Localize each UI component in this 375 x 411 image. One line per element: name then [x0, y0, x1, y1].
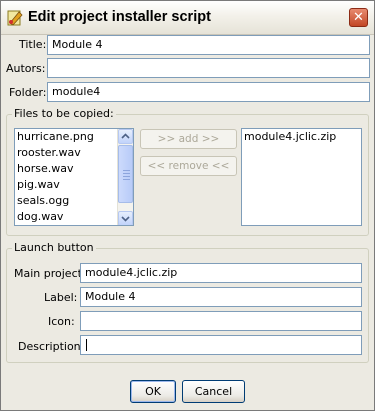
- files-group-legend: Files to be copied:: [12, 107, 116, 120]
- list-item[interactable]: hurricane.png: [15, 129, 133, 145]
- cancel-button[interactable]: Cancel: [182, 380, 245, 403]
- launch-group-legend: Launch button: [12, 241, 96, 254]
- label-label: Label:: [44, 291, 78, 304]
- folder-label: Folder:: [9, 86, 47, 99]
- folder-field[interactable]: module4: [47, 82, 370, 102]
- scroll-up-button[interactable]: [118, 129, 133, 144]
- selected-files-list[interactable]: module4.jclic.zip: [241, 128, 362, 226]
- window-title: Edit project installer script: [28, 9, 211, 25]
- close-icon: ✕: [353, 10, 364, 25]
- close-button[interactable]: ✕: [349, 8, 368, 27]
- available-files-list[interactable]: hurricane.png rooster.wav horse.wav pig.…: [14, 128, 134, 226]
- vertical-scrollbar[interactable]: [117, 129, 133, 225]
- list-item[interactable]: dog.wav: [15, 209, 133, 225]
- authors-field[interactable]: [47, 58, 370, 78]
- chevron-down-icon: [121, 216, 130, 222]
- list-item[interactable]: rooster.wav: [15, 145, 133, 161]
- remove-button[interactable]: << remove <<: [140, 156, 237, 176]
- main-project-label: Main project:: [14, 267, 86, 280]
- dialog-window: Edit project installer script ✕ Title: M…: [0, 0, 375, 411]
- list-item[interactable]: pig.wav: [15, 177, 133, 193]
- description-label: Description: [18, 340, 81, 353]
- app-icon: [7, 9, 25, 27]
- scroll-down-button[interactable]: [118, 211, 133, 225]
- icon-label: Icon:: [48, 315, 75, 328]
- description-field[interactable]: [80, 335, 362, 355]
- title-field[interactable]: Module 4: [47, 35, 370, 55]
- text-caret: [86, 339, 87, 351]
- title-label: Title:: [19, 38, 47, 51]
- list-item[interactable]: seals.ogg: [15, 193, 133, 209]
- authors-label: Autors:: [6, 62, 46, 75]
- chevron-up-icon: [121, 133, 130, 139]
- label-field[interactable]: Module 4: [80, 287, 362, 307]
- scroll-thumb[interactable]: [118, 145, 133, 203]
- title-bar[interactable]: Edit project installer script ✕: [1, 1, 374, 35]
- icon-field[interactable]: [80, 311, 362, 331]
- list-item[interactable]: module4.jclic.zip: [242, 129, 361, 145]
- add-button[interactable]: >> add >>: [140, 129, 237, 149]
- ok-button[interactable]: OK: [130, 380, 176, 403]
- main-project-field[interactable]: module4.jclic.zip: [80, 263, 362, 283]
- list-item[interactable]: horse.wav: [15, 161, 133, 177]
